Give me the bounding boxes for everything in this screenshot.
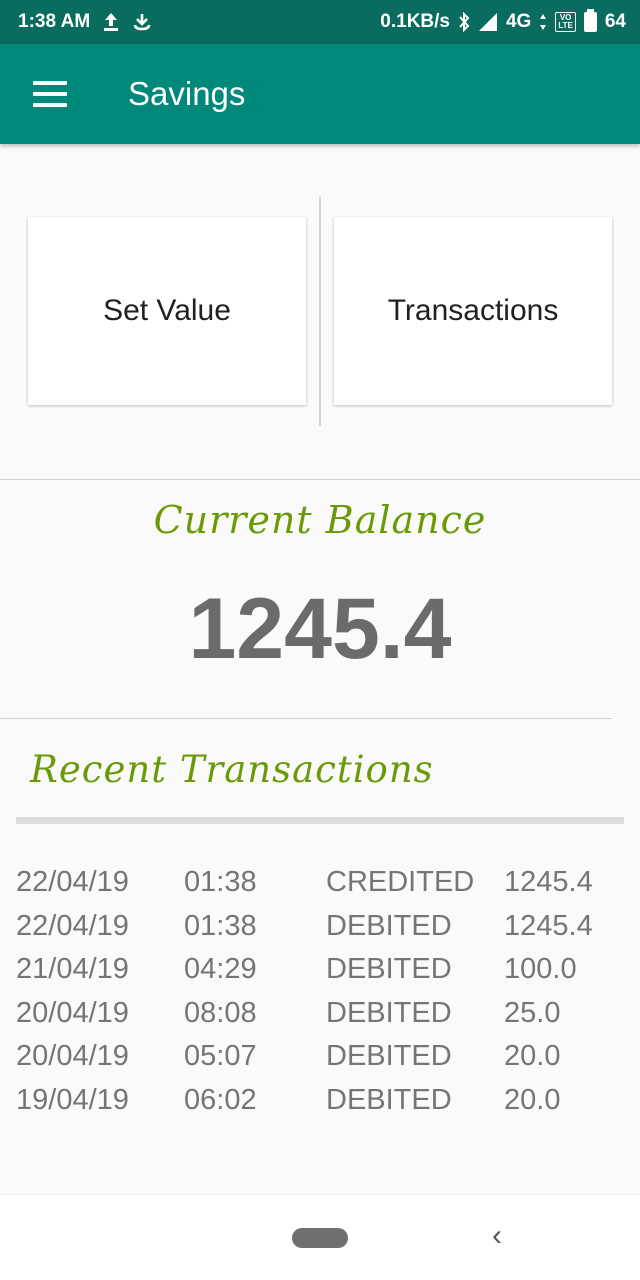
vertical-divider xyxy=(319,196,321,426)
tx-type: DEBITED xyxy=(326,996,452,1029)
tx-date: 20/04/19 xyxy=(16,996,129,1029)
menu-button[interactable] xyxy=(0,44,100,144)
status-right: 0.1KB/s 4G VO LTE 64 xyxy=(380,9,626,33)
tx-amount: 1245.4 xyxy=(504,909,593,942)
tx-amount: 20.0 xyxy=(504,1083,561,1116)
tx-date: 22/04/19 xyxy=(16,909,129,942)
status-bar: 1:38 AM 0.1KB/s 4G VO LTE 64 xyxy=(0,0,640,44)
battery-level: 64 xyxy=(604,11,626,32)
page-title: Savings xyxy=(128,75,246,112)
cards-row: Set Value Transactions xyxy=(0,196,640,426)
table-row: 20/04/19 08:08 DEBITED 25.0 xyxy=(16,995,626,1039)
tx-time: 01:38 xyxy=(184,909,257,942)
set-value-button[interactable]: Set Value xyxy=(28,217,306,405)
battery-icon xyxy=(583,9,597,32)
divider-top xyxy=(0,479,640,480)
transaction-list: 22/04/19 01:38 CREDITED 1245.4 22/04/19 … xyxy=(16,864,626,1125)
status-time: 1:38 AM xyxy=(18,11,91,32)
bluetooth-icon xyxy=(458,12,470,32)
tx-time: 08:08 xyxy=(184,996,257,1029)
tx-amount: 100.0 xyxy=(504,953,577,985)
tx-amount: 20.0 xyxy=(504,1040,561,1072)
signal-icon xyxy=(478,12,498,32)
transactions-button[interactable]: Transactions xyxy=(334,217,612,405)
navigation-bar: ‹ xyxy=(0,1194,640,1280)
home-pill-icon[interactable] xyxy=(292,1228,348,1248)
tx-type: DEBITED xyxy=(326,1083,452,1116)
tx-type: CREDITED xyxy=(326,866,475,898)
tx-type: DEBITED xyxy=(326,909,452,942)
table-row: 21/04/19 04:29 DEBITED 100.0 xyxy=(16,951,626,995)
tx-date: 19/04/19 xyxy=(16,1083,129,1116)
current-balance-value: 1245.4 xyxy=(188,581,452,677)
status-left: 1:38 AM xyxy=(18,11,152,33)
table-row: 22/04/19 01:38 DEBITED 1245.4 xyxy=(16,908,626,952)
tx-time: 01:38 xyxy=(184,866,257,898)
net-speed: 0.1KB/s xyxy=(380,11,450,32)
tx-date: 21/04/19 xyxy=(16,953,129,985)
table-row: 20/04/19 05:07 DEBITED 20.0 xyxy=(16,1038,626,1082)
table-row: 22/04/19 01:38 CREDITED 1245.4 xyxy=(16,864,626,908)
divider-middle xyxy=(0,718,612,719)
upload-icon xyxy=(102,12,120,32)
tx-date: 20/04/19 xyxy=(16,1040,129,1072)
recent-transactions-label: Recent Transactions xyxy=(30,748,434,791)
back-chevron-icon[interactable]: ‹ xyxy=(492,1219,502,1253)
tx-type: DEBITED xyxy=(326,953,452,985)
volte-icon: VO LTE xyxy=(555,12,576,32)
download-icon xyxy=(132,12,152,32)
tx-time: 04:29 xyxy=(184,953,257,985)
tx-date: 22/04/19 xyxy=(16,866,129,898)
tx-type: DEBITED xyxy=(326,1040,452,1072)
current-balance-label: Current Balance xyxy=(153,498,487,542)
network-type: 4G xyxy=(505,11,532,32)
tx-time: 06:02 xyxy=(184,1083,257,1116)
hamburger-menu-icon xyxy=(33,81,67,107)
app-bar: Savings xyxy=(0,44,640,144)
recent-divider xyxy=(16,817,624,824)
tx-time: 05:07 xyxy=(184,1040,257,1072)
tx-amount: 1245.4 xyxy=(504,866,593,898)
tx-amount: 25.0 xyxy=(504,996,561,1029)
table-row: 19/04/19 06:02 DEBITED 20.0 xyxy=(16,1082,626,1126)
data-arrows-icon xyxy=(539,13,547,31)
